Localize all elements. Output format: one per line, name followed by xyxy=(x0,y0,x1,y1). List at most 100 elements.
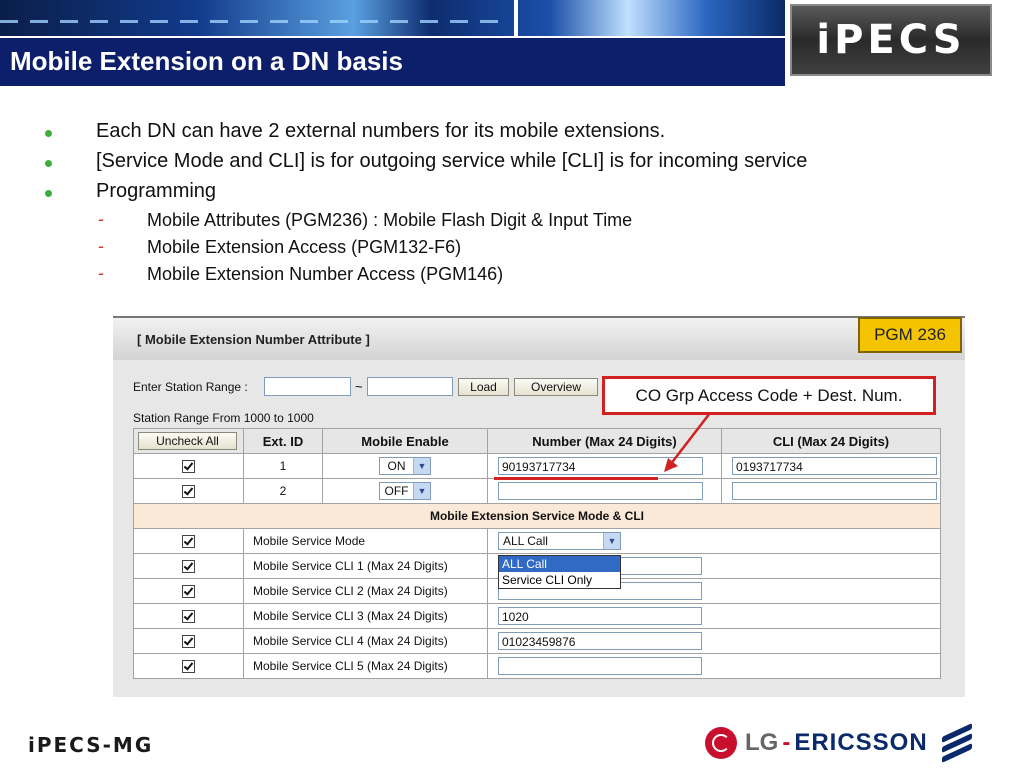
lg-text: LG xyxy=(745,729,779,756)
overview-button[interactable]: Overview xyxy=(514,378,598,396)
attribute-table: Uncheck All Ext. ID Mobile Enable Number… xyxy=(133,428,941,679)
dash-icon: - xyxy=(98,209,104,229)
service-value-cell xyxy=(487,653,941,679)
table-row: Mobile Service Mode ALL Call ▼ xyxy=(133,528,941,554)
table-row: Mobile Service CLI 4 (Max 24 Digits) 010… xyxy=(133,628,941,654)
station-range-label: Enter Station Range : xyxy=(133,380,248,394)
title-bar: Mobile Extension on a DN basis xyxy=(0,38,785,86)
row-checkbox[interactable] xyxy=(182,610,195,624)
row-checkbox-cell xyxy=(133,628,244,654)
panel-title: [ Mobile Extension Number Attribute ] xyxy=(137,332,370,347)
table-header-row: Uncheck All Ext. ID Mobile Enable Number… xyxy=(133,428,941,454)
mobile-enable-select[interactable]: OFF ▼ xyxy=(379,482,431,500)
service-value-cell: ALL Call ▼ xyxy=(487,528,941,554)
lg-logo-icon xyxy=(705,727,737,759)
lg-ericsson-logo: LG - ERICSSON xyxy=(705,723,972,763)
row-checkbox-cell xyxy=(133,603,244,629)
station-range-to-input[interactable] xyxy=(367,377,453,396)
dash-icon: - xyxy=(98,236,104,256)
banner-stripe xyxy=(0,20,510,23)
station-range-from-input[interactable] xyxy=(264,377,351,396)
row-checkbox-cell xyxy=(133,553,244,579)
bullet-dot-icon xyxy=(45,160,52,167)
service-cli-input[interactable]: 01023459876 xyxy=(498,632,702,650)
load-button[interactable]: Load xyxy=(458,378,509,396)
service-label-cell: Mobile Service CLI 3 (Max 24 Digits) xyxy=(243,603,488,629)
service-label-cell: Mobile Service CLI 1 (Max 24 Digits) xyxy=(243,553,488,579)
ext-id-cell: 2 xyxy=(243,478,323,504)
service-cli-input[interactable]: 1020 xyxy=(498,607,702,625)
chevron-down-icon: ▼ xyxy=(413,458,430,474)
section-title: Mobile Extension Service Mode & CLI xyxy=(133,503,941,529)
ipecs-logo: iPECS xyxy=(790,4,992,76)
service-mode-select[interactable]: ALL Call ▼ xyxy=(498,532,621,550)
select-value: ALL Call xyxy=(503,534,548,548)
banner-separator xyxy=(514,0,518,36)
bullet-dot-icon xyxy=(45,190,52,197)
header-banner xyxy=(0,0,785,36)
chevron-down-icon: ▼ xyxy=(603,533,620,549)
panel-header: [ Mobile Extension Number Attribute ] xyxy=(113,316,965,360)
service-value-cell: 1020 xyxy=(487,603,941,629)
row-checkbox[interactable] xyxy=(182,485,195,499)
row-checkbox[interactable] xyxy=(182,460,195,474)
cli-input[interactable]: 0193717734 xyxy=(732,457,937,475)
table-row: 1 ON ▼ 90193717734 0193717734 xyxy=(133,453,941,479)
row-checkbox-cell xyxy=(133,653,244,679)
mobile-enable-cell: OFF ▼ xyxy=(322,478,488,504)
section-row: Mobile Extension Service Mode & CLI xyxy=(133,503,941,529)
annotation-arrow-icon xyxy=(664,412,711,472)
pgm-badge: PGM 236 xyxy=(858,317,962,353)
mobile-enable-select[interactable]: ON ▼ xyxy=(379,457,431,475)
bullet-text: [Service Mode and CLI] is for outgoing s… xyxy=(96,150,808,172)
ipecs-logo-text: iPECS xyxy=(816,17,966,63)
annotation-underline xyxy=(494,477,658,480)
table-row: Mobile Service CLI 3 (Max 24 Digits) 102… xyxy=(133,603,941,629)
ericsson-mark-icon xyxy=(941,723,972,763)
range-dash: ~ xyxy=(355,379,363,394)
row-checkbox-cell xyxy=(133,578,244,604)
row-checkbox[interactable] xyxy=(182,560,195,574)
dropdown-option[interactable]: ALL Call xyxy=(499,556,620,572)
number-input[interactable] xyxy=(498,482,703,500)
select-value: ON xyxy=(387,459,406,473)
ericsson-text: ERICSSON xyxy=(794,729,928,756)
station-range-info: Station Range From 1000 to 1000 xyxy=(133,411,314,425)
dash-icon: - xyxy=(98,263,104,283)
bullet-dot-icon xyxy=(45,130,52,137)
row-checkbox-cell xyxy=(133,528,244,554)
uncheck-all-button[interactable]: Uncheck All xyxy=(138,432,237,450)
service-label-cell: Mobile Service CLI 4 (Max 24 Digits) xyxy=(243,628,488,654)
select-value: OFF xyxy=(384,484,409,498)
service-cli-input[interactable] xyxy=(498,657,702,675)
chevron-down-icon: ▼ xyxy=(413,483,430,499)
cli-input[interactable] xyxy=(732,482,937,500)
sub-bullet-text: Mobile Extension Number Access (PGM146) xyxy=(147,264,504,284)
row-checkbox[interactable] xyxy=(182,585,195,599)
row-checkbox-cell xyxy=(133,478,244,504)
mobile-enable-cell: ON ▼ xyxy=(322,453,488,479)
dropdown-option[interactable]: Service CLI Only xyxy=(499,572,620,588)
cli-cell: 0193717734 xyxy=(721,453,941,479)
mobile-enable-header: Mobile Enable xyxy=(322,428,488,454)
row-checkbox-cell xyxy=(133,453,244,479)
service-mode-dropdown-list: ALL Call Service CLI Only xyxy=(498,555,621,589)
row-checkbox[interactable] xyxy=(182,635,195,649)
logo-dash: - xyxy=(782,729,791,756)
row-checkbox[interactable] xyxy=(182,660,195,674)
sub-bullet-text: Mobile Attributes (PGM236) : Mobile Flas… xyxy=(147,210,633,230)
service-label-cell: Mobile Service Mode xyxy=(243,528,488,554)
sub-bullet-text: Mobile Extension Access (PGM132-F6) xyxy=(147,237,462,257)
table-row: 2 OFF ▼ xyxy=(133,478,941,504)
row-checkbox[interactable] xyxy=(182,535,195,549)
table-row: Mobile Service CLI 5 (Max 24 Digits) xyxy=(133,653,941,679)
cli-header: CLI (Max 24 Digits) xyxy=(721,428,941,454)
page-title: Mobile Extension on a DN basis xyxy=(10,46,403,76)
service-value-cell: 01023459876 xyxy=(487,628,941,654)
bullet-text: Programming xyxy=(96,180,217,202)
service-label-cell: Mobile Service CLI 5 (Max 24 Digits) xyxy=(243,653,488,679)
number-cell xyxy=(487,478,722,504)
cli-cell xyxy=(721,478,941,504)
service-label-cell: Mobile Service CLI 2 (Max 24 Digits) xyxy=(243,578,488,604)
ext-id-header: Ext. ID xyxy=(243,428,323,454)
